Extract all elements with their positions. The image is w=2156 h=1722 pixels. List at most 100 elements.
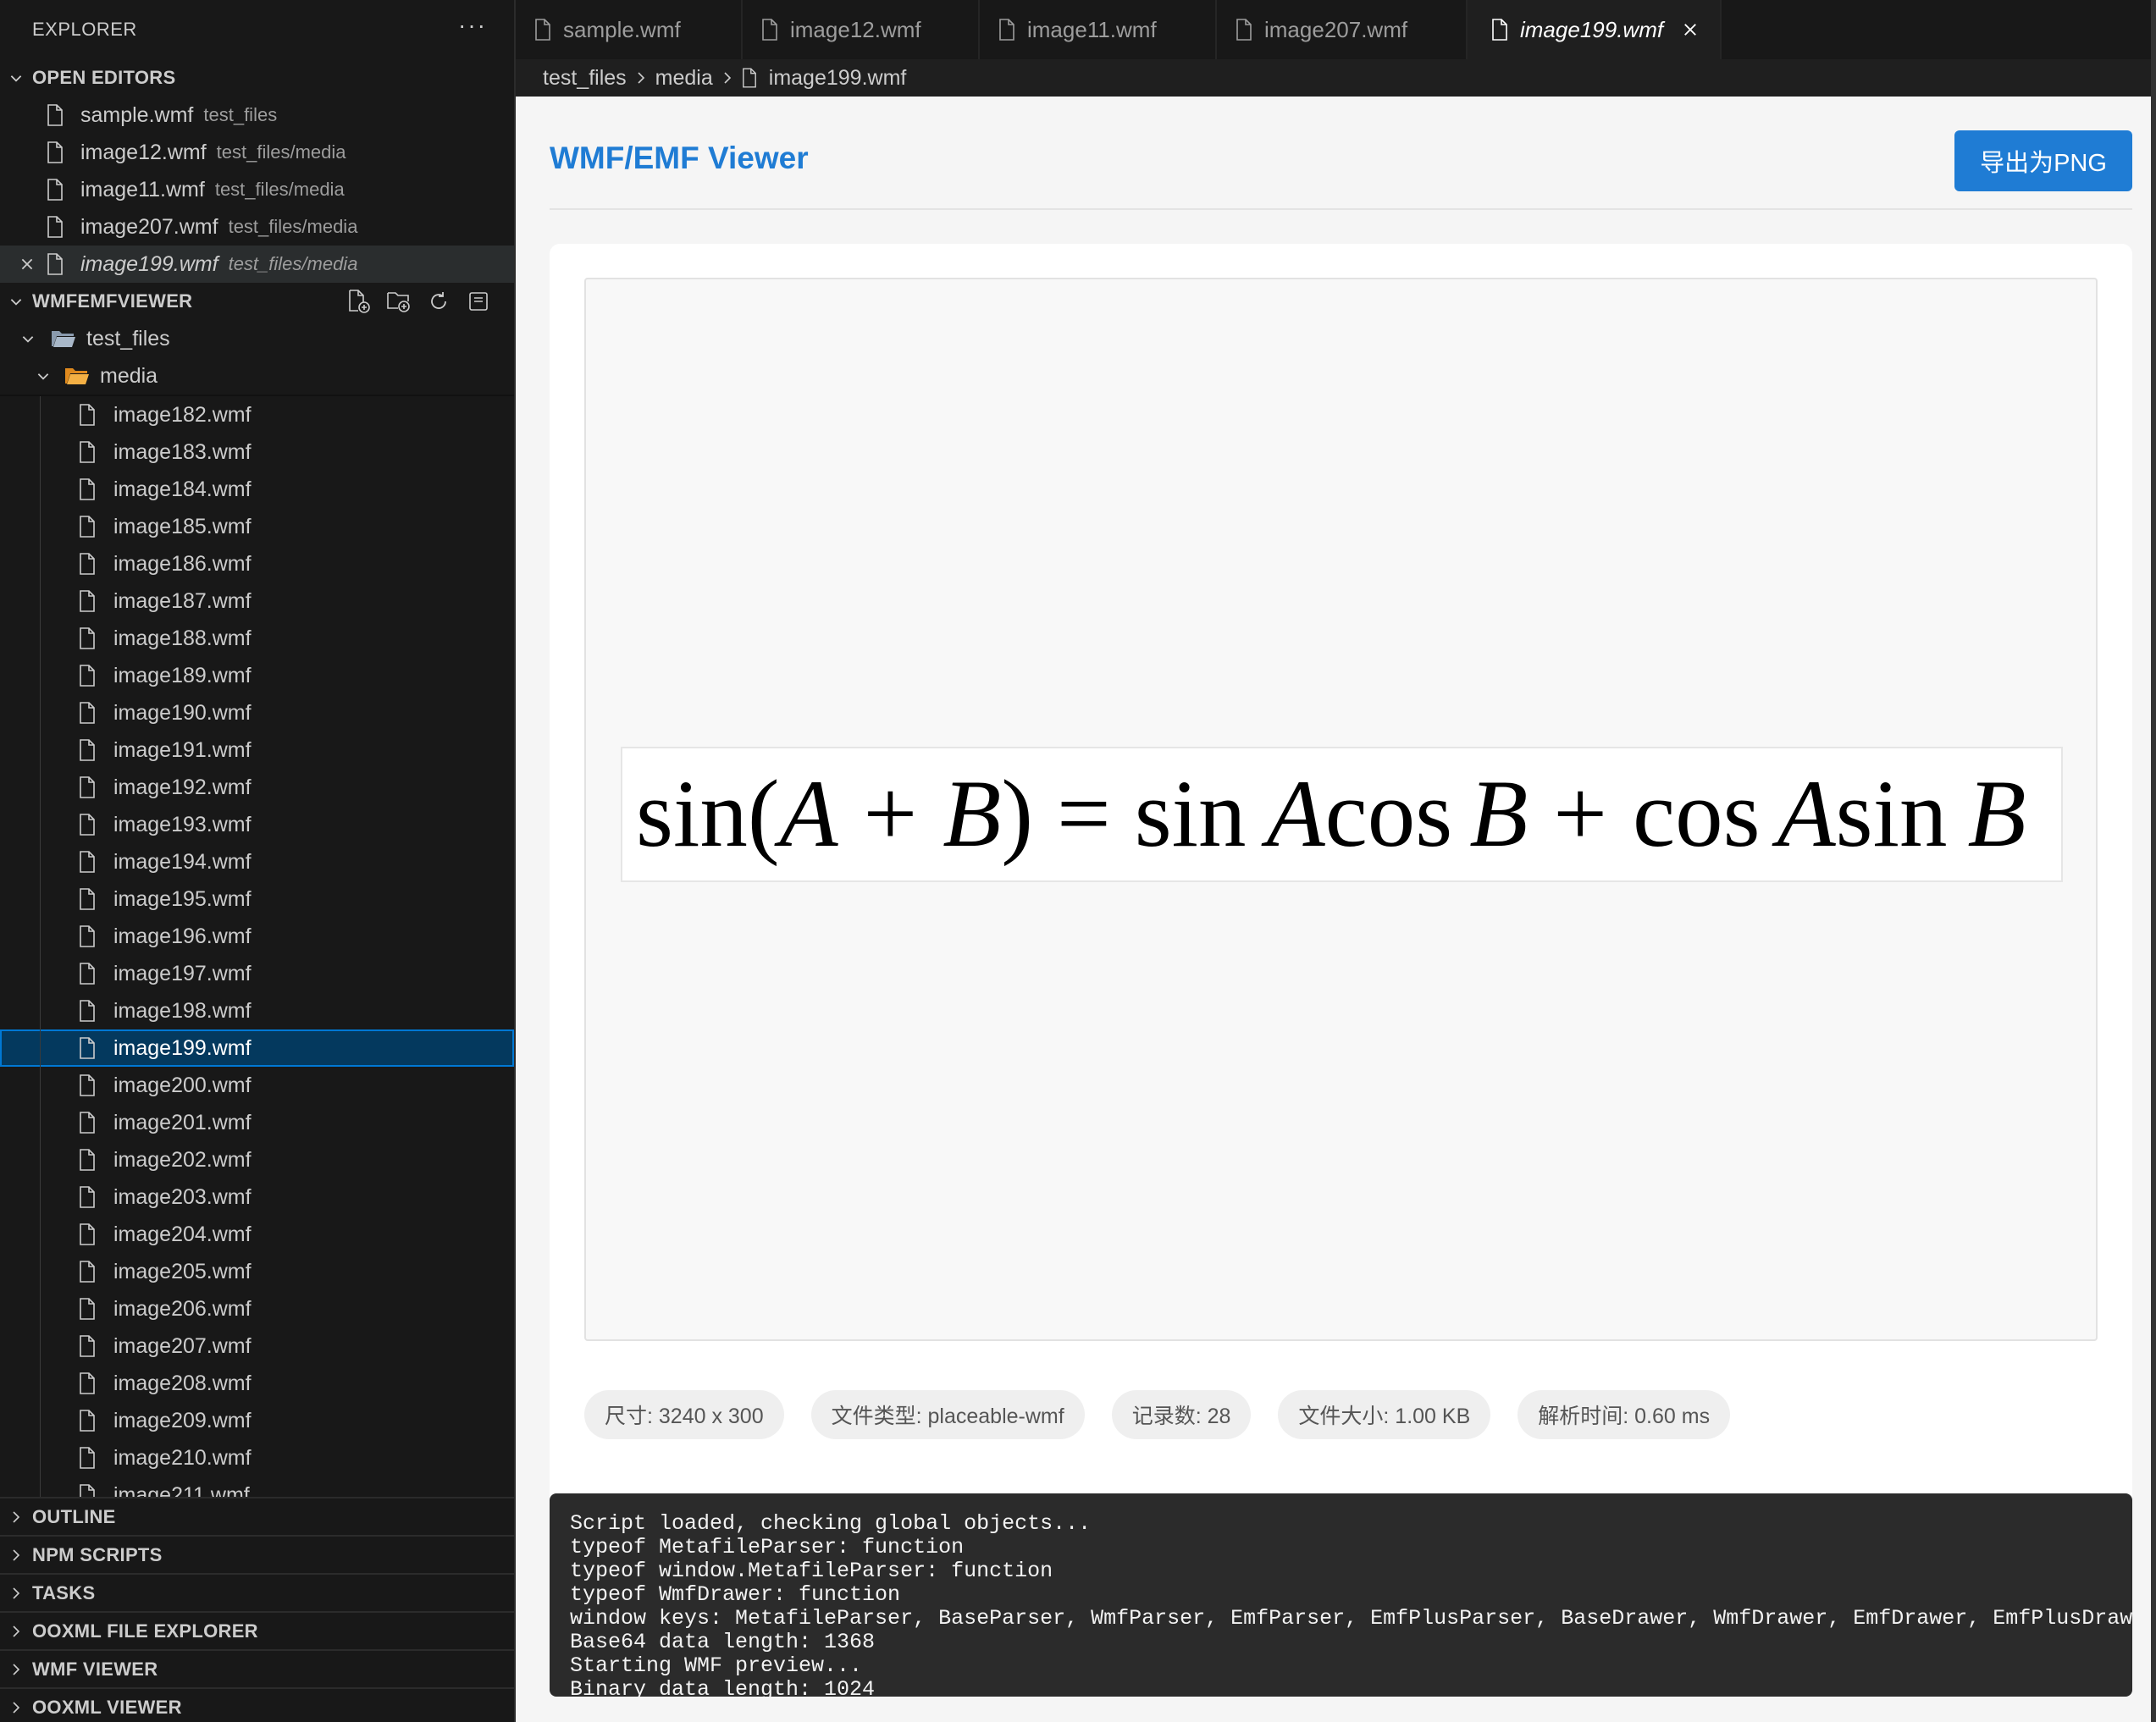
file-tree-item[interactable]: image207.wmf [0,1327,514,1365]
open-editors-header[interactable]: OPEN EDITORS [0,59,514,97]
file-tree-item[interactable]: image208.wmf [0,1365,514,1402]
file-tree-item[interactable]: image185.wmf [0,508,514,545]
file-tree-item[interactable]: image209.wmf [0,1402,514,1439]
file-name: image185.wmf [113,514,252,538]
divider [550,208,2132,210]
breadcrumb-item[interactable]: image199.wmf [769,66,907,91]
open-editor-item[interactable]: image11.wmf test_files/media [0,171,514,208]
file-tree-item[interactable]: image202.wmf [0,1141,514,1178]
file-icon [79,851,101,873]
breadcrumb-item[interactable]: media [655,66,713,91]
tab-image199[interactable]: image199.wmf [1468,0,1722,59]
indent-guide [40,1290,41,1327]
file-tree-item[interactable]: image210.wmf [0,1439,514,1476]
tab-label: image11.wmf [1027,16,1157,42]
file-tree-item[interactable]: image183.wmf [0,433,514,471]
file-tree-item[interactable]: image201.wmf [0,1104,514,1141]
debug-console[interactable]: Script loaded, checking global objects..… [550,1493,2132,1697]
file-name: image199.wmf [113,1035,252,1060]
folder-media[interactable]: media [0,357,514,395]
explorer-sidebar: EXPLORER ··· OPEN EDITORS sample.wmf tes… [0,0,516,1722]
file-tree-item[interactable]: image196.wmf [0,918,514,955]
tab-image207[interactable]: image207.wmf [1217,0,1468,59]
file-tree-item[interactable]: image197.wmf [0,955,514,992]
folder-test-files[interactable]: test_files [0,320,514,357]
file-tree-item-selected[interactable]: image199.wmf [0,1029,514,1067]
chevron-down-icon [0,294,32,309]
file-name: image198.wmf [113,998,252,1023]
file-name: image193.wmf [113,812,252,836]
section-header-outline[interactable]: OUTLINE [0,1497,514,1535]
file-name: image202.wmf [113,1147,252,1172]
console-line: Starting WMF preview... [570,1653,863,1678]
open-editor-name: image12.wmf [80,140,207,164]
file-list: image182.wmf image183.wmf image184.wmf imag… [0,396,514,1497]
tab-image11[interactable]: image11.wmf [980,0,1217,59]
file-name: image209.wmf [113,1408,252,1432]
file-tree-item[interactable]: image188.wmf [0,620,514,657]
workspace-header[interactable]: WMFEMFVIEWER [0,283,514,320]
file-tree-item[interactable]: image198.wmf [0,992,514,1029]
tab-image12[interactable]: image12.wmf [743,0,980,59]
file-name: image207.wmf [113,1333,252,1358]
file-info-bar: 尺寸: 3240 x 300 文件类型: placeable-wmf 记录数: … [584,1390,1731,1439]
file-name: image205.wmf [113,1259,252,1283]
file-name: image187.wmf [113,588,252,613]
file-tree-item[interactable]: image184.wmf [0,471,514,508]
console-line: typeof MetafileParser: function [570,1535,965,1559]
more-actions-icon[interactable]: ··· [458,12,487,39]
file-tree-item[interactable]: image182.wmf [0,396,514,433]
formula-var-b: B [1967,761,2026,867]
refresh-icon[interactable] [425,288,452,315]
breadcrumb-item[interactable]: test_files [543,66,627,91]
file-name: image196.wmf [113,924,252,948]
indent-guide [40,880,41,918]
file-tree-item[interactable]: image205.wmf [0,1253,514,1290]
file-tree-item[interactable]: image186.wmf [0,545,514,582]
file-tree-item[interactable]: image200.wmf [0,1067,514,1104]
file-tree-item[interactable]: image190.wmf [0,694,514,731]
tab-label: image207.wmf [1264,16,1408,42]
file-tree-item[interactable]: image203.wmf [0,1178,514,1216]
file-tree-item[interactable]: image193.wmf [0,806,514,843]
close-icon[interactable] [1682,21,1699,38]
open-editor-item-active[interactable]: image199.wmf test_files/media [0,246,514,283]
file-tree-item[interactable]: image206.wmf [0,1290,514,1327]
new-file-icon[interactable] [346,288,373,315]
collapsed-sections: OUTLINE NPM SCRIPTS TASKS OOXML FILE EXPLOR… [0,1497,514,1722]
file-icon [79,702,101,724]
open-editor-item[interactable]: sample.wmf test_files [0,97,514,134]
indent-guide [40,433,41,471]
wmf-viewer-panel: WMF/EMF Viewer 导出为PNG sin(A + B) = sin Acos B +… [516,97,2156,1722]
open-editor-item[interactable]: image207.wmf test_files/media [0,208,514,246]
file-tree-item[interactable]: image211.wmf [0,1476,514,1497]
file-tree-item[interactable]: image187.wmf [0,582,514,620]
file-tree-item[interactable]: image189.wmf [0,657,514,694]
section-header-tasks[interactable]: TASKS [0,1573,514,1611]
close-icon[interactable] [13,257,41,272]
indent-guide [40,992,41,1029]
file-tree-item[interactable]: image195.wmf [0,880,514,918]
file-icon [79,1335,101,1357]
section-header-wmf-viewer[interactable]: WMF VIEWER [0,1649,514,1687]
collapse-all-icon[interactable] [465,288,492,315]
tab-label: sample.wmf [563,16,681,42]
indent-guide [40,1104,41,1141]
new-folder-icon[interactable] [385,288,412,315]
console-line: Base64 data length: 1368 [570,1630,876,1654]
tab-sample[interactable]: sample.wmf [516,0,743,59]
section-header-ooxml-viewer[interactable]: OOXML VIEWER [0,1687,514,1722]
file-name: image195.wmf [113,886,252,911]
section-label: OUTLINE [32,1505,116,1527]
file-tree-item[interactable]: image191.wmf [0,731,514,769]
file-icon [79,776,101,798]
indent-guide [40,620,41,657]
file-tree-item[interactable]: image192.wmf [0,769,514,806]
file-tree-item[interactable]: image194.wmf [0,843,514,880]
section-header-npm-scripts[interactable]: NPM SCRIPTS [0,1535,514,1573]
open-editor-item[interactable]: image12.wmf test_files/media [0,134,514,171]
export-png-button[interactable]: 导出为PNG [1954,130,2132,191]
file-tree[interactable]: image182.wmf image183.wmf image184.wmf imag… [0,395,514,1497]
file-tree-item[interactable]: image204.wmf [0,1216,514,1253]
section-header-ooxml-file-explorer[interactable]: OOXML FILE EXPLORER [0,1611,514,1649]
